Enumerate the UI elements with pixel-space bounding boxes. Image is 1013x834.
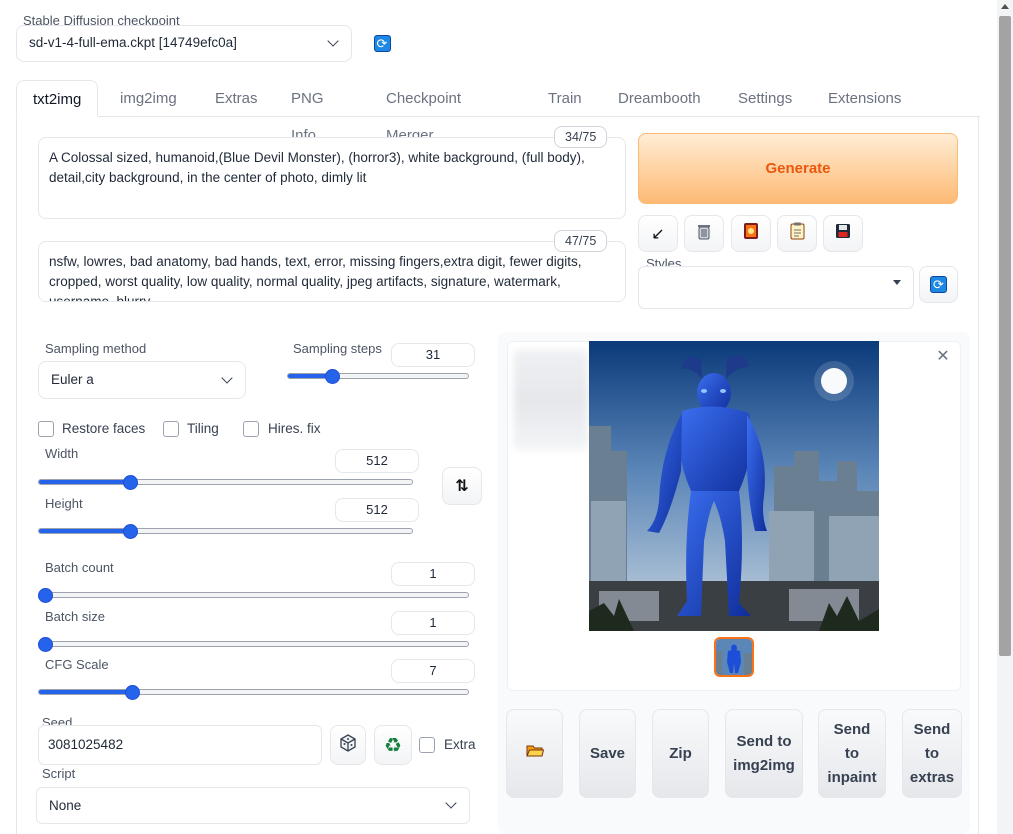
batch-count-slider[interactable] xyxy=(38,592,469,598)
restore-faces-checkbox[interactable] xyxy=(38,421,54,437)
batch-size-thumb[interactable] xyxy=(38,637,53,652)
cfg-scale-slider[interactable] xyxy=(38,689,469,695)
panel-border-right xyxy=(978,116,979,834)
recycle-icon: ♻ xyxy=(384,734,402,757)
chevron-down-icon xyxy=(327,35,339,47)
prompt-input[interactable]: A Colossal sized, humanoid,(Blue Devil M… xyxy=(38,137,626,219)
cfg-scale-thumb[interactable] xyxy=(125,685,141,700)
checkpoint-dropdown[interactable]: sd-v1-4-full-ema.ckpt [14749efc0a] xyxy=(16,25,352,62)
tab-png-info[interactable]: PNG Info xyxy=(291,80,324,144)
batch-count-label: Batch count xyxy=(45,560,114,575)
restore-faces-label: Restore faces xyxy=(62,421,146,436)
batch-size-label: Batch size xyxy=(45,609,105,624)
send-to-extras-button[interactable]: Send to extras xyxy=(902,709,962,798)
negative-prompt-token-counter: 47/75 xyxy=(554,230,608,252)
gallery-thumbnail[interactable] xyxy=(714,637,754,677)
width-slider[interactable] xyxy=(38,479,413,485)
tab-panel-border xyxy=(16,116,980,117)
swap-icon: ⇅ xyxy=(455,478,469,495)
scroll-up-arrow-icon[interactable] xyxy=(1001,4,1009,9)
script-value: None xyxy=(49,798,82,813)
tab-settings[interactable]: Settings xyxy=(738,80,792,117)
sampling-method-dropdown[interactable]: Euler a xyxy=(38,361,246,399)
batch-size-input[interactable]: 1 xyxy=(391,611,475,635)
batch-count-thumb[interactable] xyxy=(38,588,53,603)
swap-dimensions-button[interactable]: ⇅ xyxy=(442,467,482,505)
tab-checkpoint-merger[interactable]: Checkpoint Merger xyxy=(386,80,461,144)
seed-input[interactable]: 3081025482 xyxy=(38,725,322,765)
dice-icon xyxy=(339,733,357,757)
generate-button[interactable]: Generate xyxy=(638,133,958,204)
tab-extras[interactable]: Extras xyxy=(215,80,258,117)
width-thumb[interactable] xyxy=(122,475,138,490)
folder-icon xyxy=(525,742,544,766)
tiling-checkbox[interactable] xyxy=(163,421,179,437)
extra-seed-label: Extra xyxy=(444,737,476,752)
arrow-icon: ↙ xyxy=(651,225,665,243)
read-params-button[interactable]: ↙ xyxy=(638,215,678,252)
sampling-method-label: Sampling method xyxy=(45,341,147,356)
trash-icon xyxy=(696,223,712,245)
checkpoint-refresh-button[interactable]: ⟳ xyxy=(364,25,400,62)
tiling-label: Tiling xyxy=(187,421,219,436)
prompt-token-counter: 34/75 xyxy=(554,126,608,148)
tab-txt2img[interactable]: txt2img xyxy=(16,80,99,117)
clear-prompt-button[interactable] xyxy=(684,215,724,252)
panel-border-left xyxy=(16,116,17,834)
chevron-down-icon xyxy=(445,797,457,809)
refresh-icon: ⟳ xyxy=(930,276,947,293)
blurred-preview xyxy=(514,350,588,450)
tab-dreambooth[interactable]: Dreambooth xyxy=(618,80,701,117)
clipboard-icon xyxy=(790,222,805,245)
close-icon[interactable]: ✕ xyxy=(935,349,951,365)
random-seed-button[interactable] xyxy=(330,725,366,765)
batch-size-slider[interactable] xyxy=(38,641,469,647)
sampling-steps-input[interactable]: 31 xyxy=(391,343,475,367)
extra-networks-button[interactable] xyxy=(731,215,771,252)
sampling-steps-label: Sampling steps xyxy=(293,341,382,356)
apply-style-button[interactable] xyxy=(777,215,817,252)
cfg-scale-input[interactable]: 7 xyxy=(391,659,475,683)
save-button[interactable]: Save xyxy=(579,709,636,798)
styles-refresh-button[interactable]: ⟳ xyxy=(919,266,958,303)
batch-count-input[interactable]: 1 xyxy=(391,562,475,586)
chevron-down-icon xyxy=(221,372,233,384)
hires-fix-checkbox[interactable] xyxy=(243,421,259,437)
script-label: Script xyxy=(42,766,76,781)
caret-down-icon xyxy=(893,280,901,285)
width-input[interactable]: 512 xyxy=(335,449,419,473)
zip-button[interactable]: Zip xyxy=(652,709,709,798)
sampling-steps-thumb[interactable] xyxy=(325,369,341,384)
tab-extensions[interactable]: Extensions xyxy=(828,80,901,117)
save-icon xyxy=(835,223,851,244)
height-thumb[interactable] xyxy=(122,524,138,539)
open-folder-button[interactable] xyxy=(506,709,563,798)
height-label: Height xyxy=(45,496,83,511)
script-dropdown[interactable]: None xyxy=(36,787,470,824)
extra-seed-checkbox[interactable] xyxy=(419,737,435,753)
width-label: Width xyxy=(45,446,79,461)
tab-train[interactable]: Train xyxy=(548,80,582,117)
send-to-img2img-button[interactable]: Send to img2img xyxy=(725,709,803,798)
hires-fix-label: Hires. fix xyxy=(268,421,321,436)
seed-value: 3081025482 xyxy=(48,737,124,752)
reuse-seed-button[interactable]: ♻ xyxy=(374,725,412,765)
checkpoint-value: sd-v1-4-full-ema.ckpt [14749efc0a] xyxy=(29,35,237,50)
styles-dropdown[interactable] xyxy=(638,266,914,309)
sampling-method-value: Euler a xyxy=(51,372,94,387)
height-input[interactable]: 512 xyxy=(335,498,419,522)
height-slider[interactable] xyxy=(38,528,413,534)
save-style-button[interactable] xyxy=(823,215,863,252)
art-icon xyxy=(743,222,759,245)
negative-prompt-input[interactable]: nsfw, lowres, bad anatomy, bad hands, te… xyxy=(38,241,626,302)
scrollbar-thumb[interactable] xyxy=(999,16,1011,656)
sampling-steps-slider[interactable] xyxy=(287,373,469,379)
tab-img2img[interactable]: img2img xyxy=(120,80,177,117)
refresh-icon: ⟳ xyxy=(373,35,391,52)
send-to-inpaint-button[interactable]: Send to inpaint xyxy=(818,709,886,798)
cfg-scale-label: CFG Scale xyxy=(45,657,109,672)
generated-image[interactable] xyxy=(589,341,879,631)
